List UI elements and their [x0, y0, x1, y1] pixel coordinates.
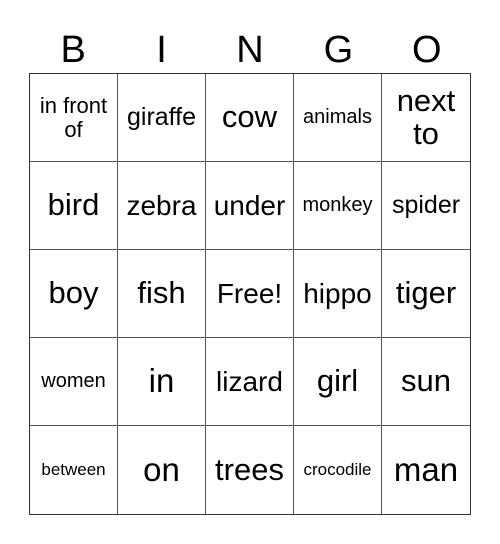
bingo-cell[interactable]: giraffe — [118, 74, 206, 162]
free-space[interactable]: Free! — [206, 250, 294, 338]
header-letter-o: O — [411, 29, 442, 71]
bingo-cell[interactable]: man — [382, 426, 470, 514]
bingo-cell[interactable]: monkey — [294, 162, 382, 250]
bingo-cell[interactable]: animals — [294, 74, 382, 162]
bingo-cell[interactable]: girl — [294, 338, 382, 426]
bingo-header: B I N G O — [29, 28, 471, 73]
bingo-board: in front of giraffe cow animals next to … — [29, 73, 471, 515]
bingo-cell[interactable]: crocodile — [294, 426, 382, 514]
bingo-cell[interactable]: tiger — [382, 250, 470, 338]
bingo-cell[interactable]: between — [30, 426, 118, 514]
header-letter-i: I — [156, 29, 167, 71]
bingo-cell[interactable]: women — [30, 338, 118, 426]
bingo-cell[interactable]: boy — [30, 250, 118, 338]
bingo-cell[interactable]: on — [118, 426, 206, 514]
bingo-cell[interactable]: trees — [206, 426, 294, 514]
bingo-cell[interactable]: next to — [382, 74, 470, 162]
bingo-cell[interactable]: spider — [382, 162, 470, 250]
header-letter-g: G — [323, 29, 354, 71]
bingo-cell[interactable]: in — [118, 338, 206, 426]
bingo-cell[interactable]: fish — [118, 250, 206, 338]
bingo-cell[interactable]: bird — [30, 162, 118, 250]
bingo-cell[interactable]: hippo — [294, 250, 382, 338]
bingo-cell[interactable]: under — [206, 162, 294, 250]
bingo-cell[interactable]: sun — [382, 338, 470, 426]
header-letter-n: N — [236, 29, 264, 71]
bingo-cell[interactable]: lizard — [206, 338, 294, 426]
bingo-cell[interactable]: in front of — [30, 74, 118, 162]
header-letter-b: B — [60, 29, 86, 71]
bingo-cell[interactable]: cow — [206, 74, 294, 162]
bingo-cell[interactable]: zebra — [118, 162, 206, 250]
